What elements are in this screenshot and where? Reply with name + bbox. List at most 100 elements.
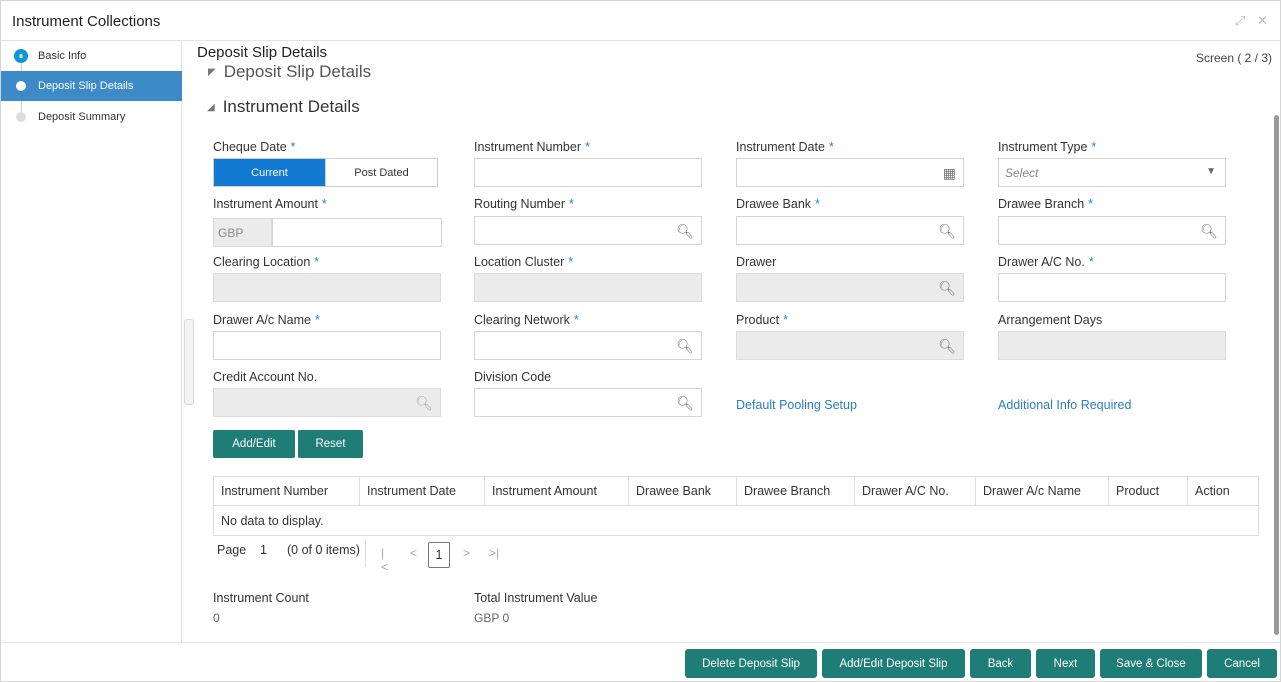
step-label: Deposit Summary bbox=[38, 111, 126, 123]
additional-info-required-link[interactable]: Additional Info Required bbox=[998, 398, 1131, 412]
instrument-type-select[interactable]: Select ▼ bbox=[998, 158, 1226, 187]
search-icon[interactable]: 🔍︎ bbox=[415, 395, 433, 412]
col-drawer-ac-name[interactable]: Drawer A/c Name bbox=[976, 477, 1109, 505]
calendar-icon[interactable]: ▦ bbox=[943, 165, 956, 182]
step-deposit-summary[interactable]: Deposit Summary bbox=[1, 102, 182, 132]
cheque-date-label: Cheque Date * bbox=[213, 140, 296, 154]
add-edit-button[interactable]: Add/Edit bbox=[213, 430, 295, 458]
step-deposit-slip-details[interactable]: Deposit Slip Details bbox=[1, 71, 182, 101]
first-page-icon[interactable]: |< bbox=[381, 546, 388, 574]
pager-items: (0 of 0 items) bbox=[287, 543, 360, 557]
instrument-amount-input[interactable] bbox=[272, 218, 442, 247]
col-drawee-bank[interactable]: Drawee Bank bbox=[629, 477, 737, 505]
product-input: 🔍︎ bbox=[736, 331, 964, 360]
wizard-sidebar: ⏸ Basic Info Deposit Slip Details Deposi… bbox=[1, 41, 182, 642]
back-button[interactable]: Back bbox=[970, 649, 1031, 678]
delete-deposit-slip-button[interactable]: Delete Deposit Slip bbox=[685, 649, 817, 678]
search-icon[interactable]: 🔍︎ bbox=[676, 338, 694, 355]
step-active-icon bbox=[16, 81, 26, 91]
section-deposit-slip-details[interactable]: ◤ Deposit Slip Details bbox=[208, 62, 371, 82]
pager-page-number: 1 bbox=[260, 543, 267, 557]
product-label: Product * bbox=[736, 313, 788, 327]
col-action[interactable]: Action bbox=[1188, 477, 1258, 505]
division-code-label: Division Code bbox=[474, 370, 552, 384]
instrument-date-label: Instrument Date * bbox=[736, 140, 834, 154]
reset-button[interactable]: Reset bbox=[298, 430, 363, 458]
col-drawer-ac-no[interactable]: Drawer A/C No. bbox=[855, 477, 976, 505]
step-complete-icon: ⏸ bbox=[14, 49, 28, 63]
default-pooling-setup-link[interactable]: Default Pooling Setup bbox=[736, 398, 857, 412]
search-icon[interactable]: 🔍︎ bbox=[676, 395, 694, 412]
credit-account-no-input: 🔍︎ bbox=[213, 388, 441, 417]
search-icon[interactable]: 🔍︎ bbox=[676, 223, 694, 240]
drawer-ac-name-input[interactable] bbox=[213, 331, 441, 360]
last-page-icon[interactable]: >| bbox=[489, 546, 499, 560]
section-title: Deposit Slip Details bbox=[223, 62, 372, 81]
cheque-date-toggle[interactable]: Current Post Dated bbox=[213, 158, 438, 187]
collapsed-triangle-icon: ◤ bbox=[208, 67, 216, 78]
instrument-grid: Instrument Number Instrument Date Instru… bbox=[213, 476, 1259, 536]
instrument-date-input[interactable]: ▦ bbox=[736, 158, 964, 187]
arrangement-days-label: Arrangement Days bbox=[998, 313, 1103, 327]
location-cluster-label: Location Cluster * bbox=[474, 255, 574, 269]
pager-page-label: Page bbox=[217, 543, 247, 557]
grid-header: Instrument Number Instrument Date Instru… bbox=[214, 477, 1258, 506]
next-button[interactable]: Next bbox=[1036, 649, 1095, 678]
clearing-network-label: Clearing Network * bbox=[474, 313, 579, 327]
drawee-branch-label: Drawee Branch * bbox=[998, 197, 1094, 211]
save-close-button[interactable]: Save & Close bbox=[1100, 649, 1202, 678]
drawee-bank-input[interactable]: 🔍︎ bbox=[736, 216, 964, 245]
page-title: Deposit Slip Details bbox=[197, 44, 328, 61]
instrument-number-input[interactable] bbox=[474, 158, 702, 187]
screen-indicator: Screen ( 2 / 3) bbox=[1195, 51, 1272, 65]
step-label: Deposit Slip Details bbox=[38, 80, 134, 92]
grid-empty-message: No data to display. bbox=[221, 514, 324, 528]
col-instrument-date[interactable]: Instrument Date bbox=[360, 477, 485, 505]
total-instrument-value: GBP 0 bbox=[474, 611, 510, 625]
location-cluster-input bbox=[474, 273, 702, 302]
window-title: Instrument Collections bbox=[12, 13, 161, 30]
drawer-ac-no-input[interactable] bbox=[998, 273, 1226, 302]
drawee-bank-label: Drawee Bank * bbox=[736, 197, 820, 211]
drawer-input: 🔍︎ bbox=[736, 273, 964, 302]
add-edit-deposit-slip-button[interactable]: Add/Edit Deposit Slip bbox=[822, 649, 965, 678]
cancel-button[interactable]: Cancel bbox=[1207, 649, 1277, 678]
drawee-branch-input[interactable]: 🔍︎ bbox=[998, 216, 1226, 245]
drawer-label: Drawer bbox=[736, 255, 777, 269]
close-icon[interactable]: ✕ bbox=[1257, 13, 1268, 29]
expanded-triangle-icon: ◢ bbox=[207, 102, 215, 113]
clearing-location-input bbox=[213, 273, 441, 302]
chevron-down-icon: ▼ bbox=[1206, 166, 1216, 177]
credit-account-no-label: Credit Account No. bbox=[213, 370, 318, 384]
instrument-number-label: Instrument Number * bbox=[474, 140, 590, 154]
section-instrument-details[interactable]: ◢ Instrument Details bbox=[207, 97, 360, 117]
col-instrument-number[interactable]: Instrument Number bbox=[214, 477, 360, 505]
col-instrument-amount[interactable]: Instrument Amount bbox=[485, 477, 629, 505]
instrument-count-value: 0 bbox=[213, 611, 220, 625]
division-code-input[interactable]: 🔍︎ bbox=[474, 388, 702, 417]
search-icon[interactable]: 🔍︎ bbox=[938, 223, 956, 240]
pager-divider bbox=[365, 539, 366, 567]
clearing-location-label: Clearing Location * bbox=[213, 255, 320, 269]
scrollbar-thumb[interactable] bbox=[1274, 115, 1279, 635]
routing-number-input[interactable]: 🔍︎ bbox=[474, 216, 702, 245]
search-icon[interactable]: 🔍︎ bbox=[938, 280, 956, 297]
next-page-icon[interactable]: > bbox=[463, 546, 470, 560]
search-icon[interactable]: 🔍︎ bbox=[1200, 223, 1218, 240]
title-bar: Instrument Collections ⤢ ✕ bbox=[1, 1, 1280, 41]
total-instrument-value-label: Total Instrument Value bbox=[474, 591, 598, 605]
col-drawee-branch[interactable]: Drawee Branch bbox=[737, 477, 855, 505]
clearing-network-input[interactable]: 🔍︎ bbox=[474, 331, 702, 360]
prev-page-icon[interactable]: < bbox=[410, 546, 417, 560]
step-label: Basic Info bbox=[38, 50, 87, 62]
step-pending-icon bbox=[16, 112, 26, 122]
cheque-date-current[interactable]: Current bbox=[214, 159, 325, 186]
drawer-ac-no-label: Drawer A/C No. * bbox=[998, 255, 1094, 269]
col-product[interactable]: Product bbox=[1109, 477, 1188, 505]
pager-current-page[interactable]: 1 bbox=[428, 542, 450, 568]
search-icon[interactable]: 🔍︎ bbox=[938, 338, 956, 355]
cheque-date-post-dated[interactable]: Post Dated bbox=[325, 159, 437, 186]
restore-icon[interactable]: ⤢ bbox=[1235, 13, 1245, 29]
instrument-amount-label: Instrument Amount * bbox=[213, 197, 327, 211]
step-basic-info[interactable]: ⏸ Basic Info bbox=[1, 41, 182, 71]
